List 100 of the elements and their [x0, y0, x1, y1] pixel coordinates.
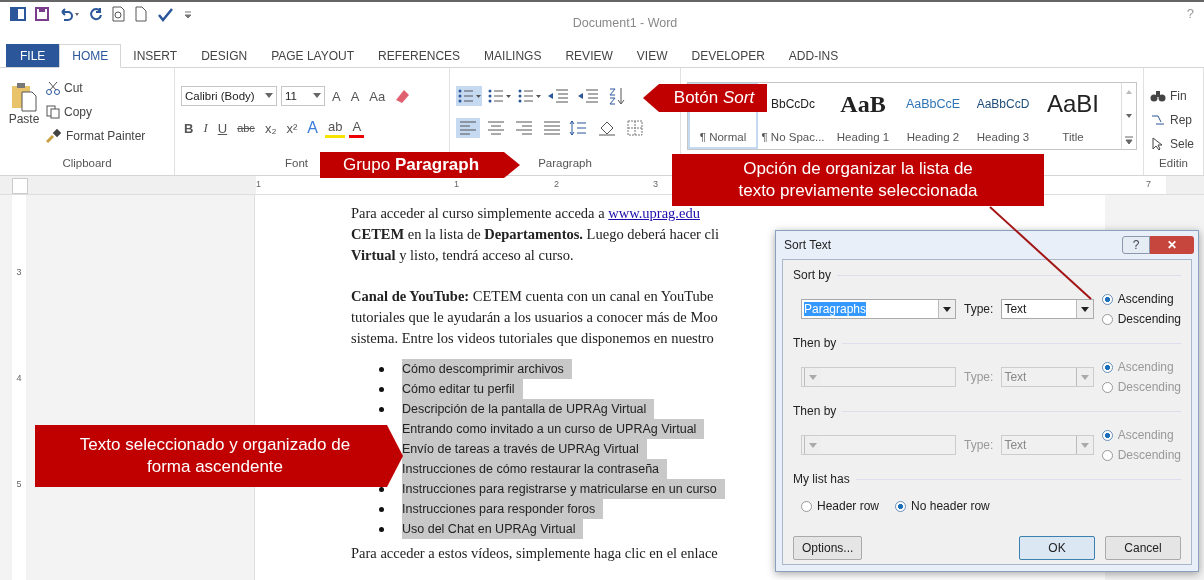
editing-button[interactable]: Sele	[1150, 134, 1197, 154]
document-text: Virtual y listo, tendrá acceso al curso.	[351, 246, 574, 265]
editing-button[interactable]: Fin	[1150, 86, 1197, 106]
copy-icon	[46, 105, 60, 119]
font-size-dropdown[interactable]: 11	[281, 86, 325, 106]
list-item: Envío de tareas a través de UPRAg Virtual	[402, 439, 647, 459]
ribbon-tab[interactable]: VIEW	[624, 44, 680, 67]
group-label: Font	[285, 157, 308, 171]
bullet-icon	[379, 526, 384, 532]
sort-order-radio[interactable]: Descending	[1101, 312, 1181, 326]
format-painter-button[interactable]: Format Painter	[46, 126, 146, 146]
style-item[interactable]: AaBI Title	[1038, 83, 1108, 149]
dropdown-arrow-icon	[943, 306, 951, 312]
section-label: My list has	[793, 472, 850, 486]
font-tool-button[interactable]: abc	[234, 118, 258, 138]
dropdown-arrow-icon	[809, 374, 817, 380]
cancel-button[interactable]: Cancel	[1105, 536, 1181, 560]
font-tool-button[interactable]: ab	[324, 118, 346, 138]
save-icon[interactable]	[35, 7, 49, 21]
font-tool-button[interactable]: A	[347, 86, 363, 106]
paintbrush-icon	[46, 129, 62, 143]
font-tool-button[interactable]: x₂	[261, 118, 280, 138]
print-preview-icon[interactable]	[112, 6, 126, 22]
type-label: Type:	[964, 302, 994, 316]
annotation-callout: Grupo Paragraph	[320, 152, 520, 178]
dropdown-arrow-icon	[1080, 306, 1089, 312]
ribbon-tab[interactable]: DEVELOPER	[679, 44, 777, 67]
section-label: Then by	[793, 404, 837, 418]
help-button[interactable]: ?	[1122, 236, 1150, 254]
ribbon-tab[interactable]: HOME	[59, 44, 122, 68]
header-row-radio[interactable]: Header row	[801, 499, 880, 513]
document-text: Canal de YouTube: CETEM cuenta con un canal en YouTube	[351, 287, 714, 306]
close-button[interactable]: ✕	[1150, 236, 1194, 254]
spelling-check-icon[interactable]	[156, 6, 174, 22]
options-button[interactable]: Options...	[793, 536, 863, 560]
bullet-icon	[379, 386, 384, 392]
ribbon-tab[interactable]: ADD-INS	[776, 44, 851, 67]
document-text: tutoriales que le ayudarán a los usuarios a conocer más de Moo	[351, 308, 718, 327]
document-text: Para acceder al curso simplemente acceda a www.uprag.edu	[351, 204, 700, 223]
document-link[interactable]: www.uprag.edu	[608, 205, 700, 221]
document-text: CETEM en la lista de Departamentos. Luego deberá hacer cli	[351, 225, 720, 244]
bullet-icon	[379, 406, 384, 412]
cut-button[interactable]: Cut	[46, 78, 146, 98]
dropdown-arrow-icon	[313, 93, 321, 99]
bullets-icon[interactable]	[456, 86, 482, 106]
document-text: sistema. Entre los videos tutoriales que disponemos en nuestro	[351, 329, 714, 348]
list-item: Cómo descomprimir archivos	[402, 359, 572, 379]
font-tool-button[interactable]: A	[329, 86, 344, 106]
group-label: Paragraph	[538, 157, 592, 171]
bullet-icon	[379, 506, 384, 512]
ok-button[interactable]: OK	[1019, 536, 1095, 560]
list-item: Instrucciones para registrarse y matricularse en un curso	[402, 479, 725, 499]
ribbon-tab[interactable]: DESIGN	[189, 44, 260, 67]
sort-order-radio[interactable]: Ascending	[1101, 292, 1181, 306]
ribbon-tab[interactable]: MAILINGS	[472, 44, 554, 67]
list-item: Entrando como invitado a un curso de UPRAg Virtual	[402, 419, 705, 439]
ribbon-tab[interactable]: FILE	[6, 44, 60, 67]
section-label: Then by	[793, 336, 837, 350]
ribbon-tab[interactable]: REFERENCES	[366, 44, 473, 67]
redo-icon[interactable]	[89, 7, 103, 21]
scissors-icon	[46, 81, 60, 95]
clipboard-icon	[10, 82, 38, 112]
group-label: Clipboard	[62, 157, 112, 171]
group-label: Editin	[1159, 157, 1188, 171]
type-label: Type:	[964, 438, 994, 452]
binoculars-icon	[1150, 89, 1166, 103]
dropdown-arrow-icon	[265, 93, 273, 99]
editing-button[interactable]: Rep	[1150, 110, 1197, 130]
list-item: Descripción de la pantalla de UPRAg Virtual	[402, 399, 655, 419]
ribbon-tab[interactable]: PAGE LAYOUT	[259, 44, 367, 67]
list-item: Uso del Chat en UPRAg Virtual	[402, 519, 584, 539]
vertical-ruler: 3 4 5	[12, 195, 26, 580]
customize-toolbar-icon[interactable]	[183, 9, 193, 19]
word-logo-icon	[10, 6, 26, 22]
font-tool-button[interactable]: I	[200, 118, 211, 138]
style-item[interactable]: AaBbCcD Heading 3	[968, 83, 1038, 149]
font-tool-button[interactable]: B	[181, 118, 197, 138]
paste-button[interactable]: Paste	[6, 78, 42, 157]
ribbon-tab[interactable]: INSERT	[121, 44, 190, 67]
style-item[interactable]: AaB Heading 1	[828, 83, 898, 149]
annotation-callout: Opción de organizar la lista de texto previamente seleccionada	[672, 154, 1044, 206]
type-label: Type:	[964, 370, 994, 384]
ribbon-tab[interactable]: REVIEW	[553, 44, 625, 67]
list-item: Instrucciones para responder foros	[402, 499, 604, 519]
font-tool-button[interactable]: A	[349, 118, 365, 138]
new-document-icon[interactable]	[135, 6, 147, 22]
copy-button[interactable]: Copy	[46, 102, 146, 122]
list-item: Cómo editar tu perfil	[402, 379, 523, 399]
font-tool-button[interactable]: x²	[283, 118, 301, 138]
font-tool-button[interactable]: A	[304, 118, 321, 138]
font-tool-button[interactable]: Aa	[366, 86, 389, 106]
font-name-dropdown[interactable]: Calibri (Body)	[181, 86, 277, 106]
header-row-radio[interactable]: No header row	[895, 499, 990, 513]
style-item[interactable]: AaBbCcE Heading 2	[898, 83, 968, 149]
window-title: Document1 - Word	[571, 16, 679, 30]
section-label: Sort by	[793, 268, 831, 282]
font-tool-button[interactable]: U	[214, 118, 231, 138]
undo-icon[interactable]	[58, 7, 80, 21]
annotation-callout: Botón Sort	[643, 84, 767, 112]
type-dropdown[interactable]: Text	[1001, 299, 1094, 319]
